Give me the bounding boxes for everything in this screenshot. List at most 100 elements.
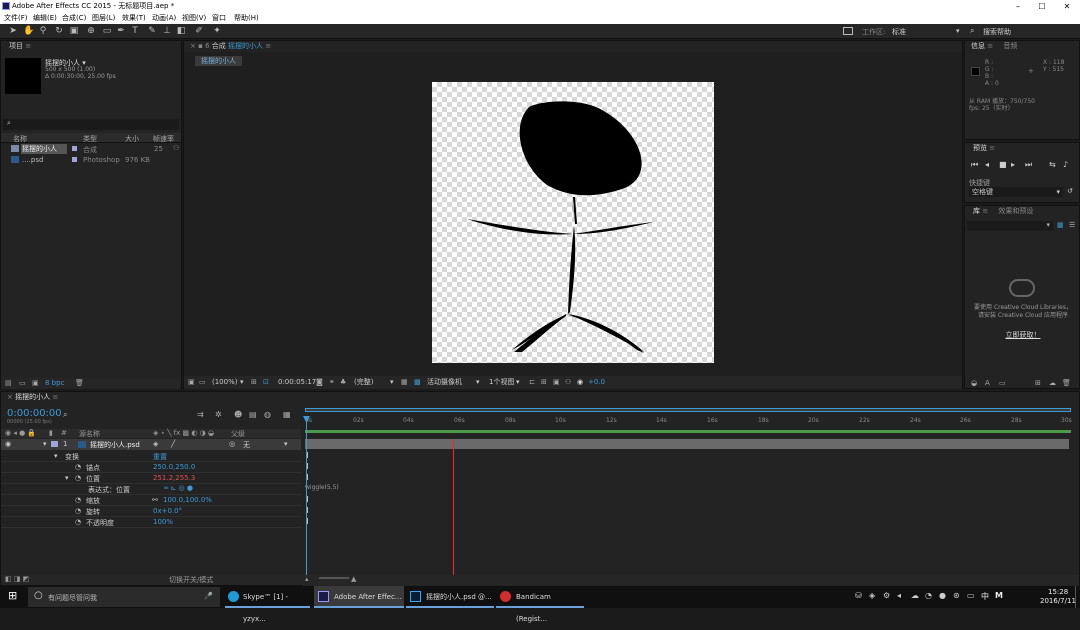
add-text-icon[interactable]: A: [985, 377, 990, 389]
parent-value[interactable]: 无: [243, 440, 250, 450]
work-area-bar[interactable]: [305, 430, 1071, 433]
add-color-icon[interactable]: ◒: [971, 377, 977, 389]
views-select[interactable]: 1个视图: [489, 376, 514, 389]
library-select[interactable]: ▾: [967, 221, 1053, 231]
library-delete-icon[interactable]: 🗑: [1062, 377, 1071, 389]
parent-column[interactable]: 父级: [231, 429, 245, 439]
property-position[interactable]: ▾ ◔ 位置 251.2,255.3: [1, 473, 301, 484]
menu-view[interactable]: 视图(V): [182, 13, 206, 24]
eraser-tool-icon[interactable]: ◧: [176, 26, 186, 36]
stopwatch-icon[interactable]: ◔: [75, 474, 81, 482]
menu-animation[interactable]: 动画(A): [152, 13, 176, 24]
position-expand-icon[interactable]: ▾: [65, 474, 69, 482]
bpc-label[interactable]: 8 bpc: [45, 379, 64, 387]
tray-notification-icon[interactable]: ▭: [967, 591, 975, 600]
always-preview-icon[interactable]: ▣: [188, 376, 195, 389]
timeline-zoom-slider[interactable]: [319, 577, 349, 579]
minimize-button[interactable]: –: [1006, 0, 1030, 13]
property-value[interactable]: 250.0,250.0: [153, 463, 195, 471]
brush-tool-icon[interactable]: ✎: [147, 26, 157, 36]
graph-editor-icon[interactable]: ▦: [283, 410, 291, 419]
property-scale[interactable]: ◔ 缩放 ⚯ 100.0,100.0%: [1, 495, 301, 506]
project-row-comp[interactable]: 摇摆的小人 合成 25 ⚇: [1, 144, 181, 154]
fast-previews-icon[interactable]: ▩: [414, 376, 421, 389]
zoom-in-icon[interactable]: ▲: [351, 575, 356, 583]
timeline-timecode[interactable]: 0:00:00:00: [7, 408, 62, 419]
menu-effect[interactable]: 效果(T): [122, 13, 146, 24]
maximize-button[interactable]: ☐: [1030, 0, 1054, 13]
comp-viewer-canvas[interactable]: [432, 82, 714, 363]
property-anchor[interactable]: ◔ 锚点 250.0,250.0: [1, 462, 301, 473]
tray-volume-icon[interactable]: ◂: [897, 591, 901, 600]
toggle-switches-modes[interactable]: 切换开关/模式: [169, 575, 213, 585]
tray-shield-icon[interactable]: ◈: [869, 591, 875, 600]
source-name-column[interactable]: 源名称: [79, 429, 100, 439]
timeline-graph-area[interactable]: 0s 02s 04s 06s 08s 10s 12s 14s 16s 18s 2…: [303, 406, 1079, 586]
taskbar-photoshop[interactable]: 摇摆的小人.psd @...: [406, 586, 494, 608]
show-snapshot-icon[interactable]: ⚭: [329, 376, 335, 389]
zoom-tool-icon[interactable]: ⚲: [38, 26, 48, 36]
property-transform[interactable]: ▾ 变换 重置: [1, 451, 301, 462]
tray-m-icon[interactable]: M: [995, 591, 1003, 600]
exposure-value[interactable]: +0.0: [588, 376, 605, 389]
active-camera-select[interactable]: 活动摄像机: [427, 376, 462, 389]
camera-tool-icon[interactable]: ▣: [69, 26, 79, 36]
layer-duration-bar[interactable]: [305, 439, 1069, 449]
clone-stamp-tool-icon[interactable]: ⊥: [162, 26, 172, 36]
stopwatch-icon[interactable]: ◔: [75, 496, 81, 504]
add-graphic-icon[interactable]: ▭: [999, 377, 1006, 389]
reset-icon[interactable]: ↺: [1067, 187, 1073, 195]
last-frame-icon[interactable]: ⏭: [1025, 160, 1032, 170]
search-help-input[interactable]: 搜索帮助: [983, 27, 1011, 37]
zoom-level[interactable]: (100%): [212, 376, 237, 389]
taskbar-search-box[interactable]: ○ 有问题尽管问我 🎤: [28, 587, 220, 607]
flowchart-icon[interactable]: ⚇: [173, 144, 179, 152]
clock-time[interactable]: 15:28: [1048, 588, 1068, 596]
draft-3d-icon[interactable]: ✲: [215, 410, 222, 419]
audio-tab[interactable]: 音频: [1003, 42, 1017, 50]
windows-start-icon[interactable]: ⊞: [8, 590, 20, 602]
menu-layer[interactable]: 图层(L): [92, 13, 115, 24]
mute-audio-icon[interactable]: ♪: [1063, 160, 1068, 169]
resolution-value[interactable]: (完整): [354, 376, 373, 389]
project-row-psd[interactable]: ....psd Photoshop 976 KB: [1, 155, 181, 165]
menu-help[interactable]: 帮助(H): [234, 13, 259, 24]
rectangle-tool-icon[interactable]: ▭: [102, 26, 112, 36]
parent-dropdown-icon[interactable]: ▾: [284, 440, 288, 448]
resolution-dropdown-icon[interactable]: ▾: [390, 376, 394, 389]
region-of-interest-icon[interactable]: ⊡: [263, 376, 269, 389]
constrain-proportions-icon[interactable]: ⚯: [152, 496, 158, 504]
text-tool-icon[interactable]: T: [130, 26, 140, 36]
comp-tab-name[interactable]: 摇摆的小人: [228, 42, 263, 50]
new-folder-icon[interactable]: ▭: [19, 379, 26, 387]
comp-flowchart-icon[interactable]: ▣: [553, 376, 560, 389]
menu-window[interactable]: 窗口: [212, 13, 226, 24]
selection-tool-icon[interactable]: ➤: [8, 26, 18, 36]
layer-row[interactable]: ◉ ▾ 1 摇摆的小人.psd ◈ ╱ ◎ 无 ▾: [1, 439, 301, 450]
show-desktop-button[interactable]: [1075, 586, 1080, 608]
time-navigator-range[interactable]: [305, 408, 1071, 412]
monitor-icon[interactable]: ▭: [199, 376, 206, 389]
tray-cloud-icon[interactable]: ☁: [911, 591, 919, 600]
lock-icon[interactable]: ▪ 6: [198, 42, 212, 50]
comp-breadcrumb[interactable]: 摇摆的小人: [195, 56, 242, 66]
input-language[interactable]: 中: [981, 591, 989, 602]
project-tab[interactable]: 项目: [9, 42, 23, 50]
timeline-tab[interactable]: 摇摆的小人: [15, 393, 50, 401]
property-rotation[interactable]: ◔ 旋转 0x+0.0°: [1, 506, 301, 517]
taskbar-skype[interactable]: Skype™ [1] - yzyx...: [225, 586, 310, 623]
visibility-eye-icon[interactable]: ◉: [5, 440, 11, 448]
transparency-grid-icon[interactable]: ▦: [401, 376, 408, 389]
pan-behind-tool-icon[interactable]: ⊕: [86, 26, 96, 36]
views-dropdown-icon[interactable]: ▾: [516, 376, 520, 389]
shortcut-select[interactable]: 空格键 ▾: [969, 187, 1063, 197]
tray-record-icon[interactable]: ●: [939, 591, 946, 600]
workspace-dropdown-icon[interactable]: ▾: [956, 27, 960, 35]
grid-view-icon[interactable]: ▦: [1057, 221, 1064, 229]
time-ruler[interactable]: 0s 02s 04s 06s 08s 10s 12s 14s 16s 18s 2…: [303, 416, 1073, 428]
stopwatch-icon[interactable]: ◔: [75, 463, 81, 471]
tray-app-icon[interactable]: ⛁: [855, 591, 862, 600]
tray-steam-icon[interactable]: ⚙: [883, 591, 890, 600]
column-fps[interactable]: 帧速率: [153, 134, 174, 144]
current-time[interactable]: 0:00:05:17: [278, 376, 316, 389]
